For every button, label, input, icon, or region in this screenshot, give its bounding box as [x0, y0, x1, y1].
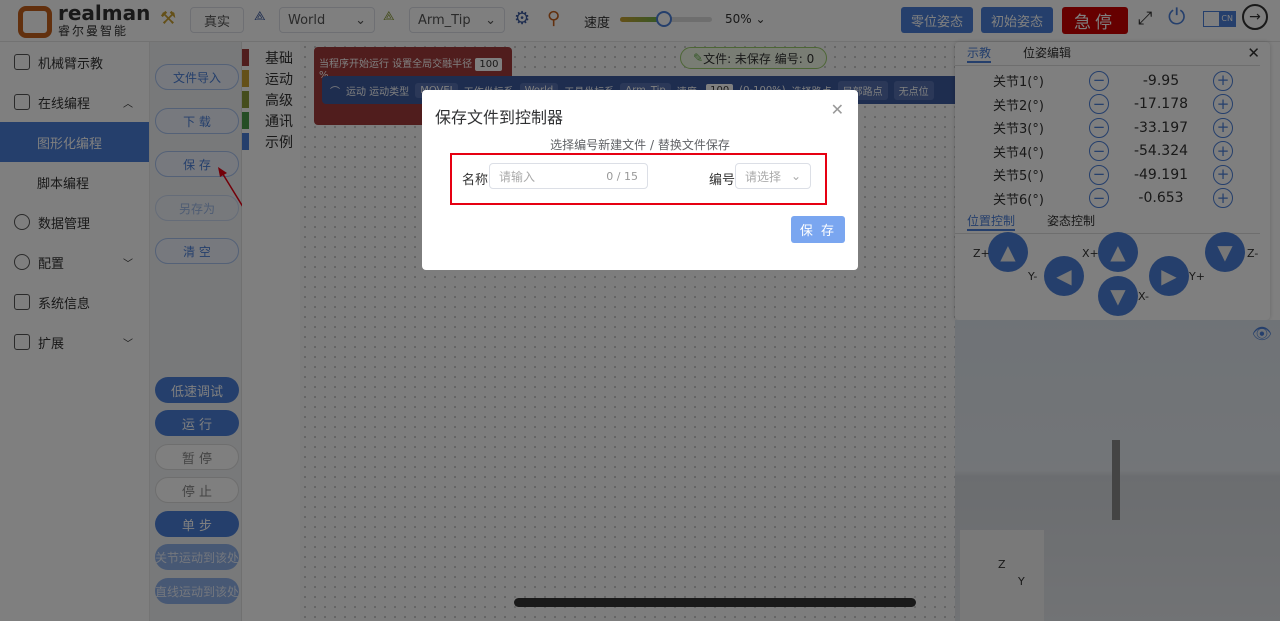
name-input[interactable]: 请输入 0 / 15 [489, 163, 648, 189]
name-label: 名称 [462, 173, 489, 188]
number-label: 编号 [709, 173, 736, 188]
dialog-title: 保存文件到控制器 [435, 108, 564, 127]
dialog-save-button[interactable]: 保 存 [791, 216, 845, 243]
name-placeholder: 请输入 [499, 169, 536, 184]
chevron-down-icon: ⌄ [790, 169, 801, 183]
dialog-hint: 选择编号新建文件 / 替换文件保存 [550, 138, 730, 152]
number-placeholder: 请选择 [745, 169, 782, 184]
number-select[interactable]: 请选择 ⌄ [735, 163, 811, 189]
save-file-dialog: 保存文件到控制器 ✕ 选择编号新建文件 / 替换文件保存 名称 请输入 0 / 1… [422, 90, 858, 270]
close-icon[interactable]: ✕ [831, 100, 844, 119]
char-counter: 0 / 15 [606, 169, 638, 183]
